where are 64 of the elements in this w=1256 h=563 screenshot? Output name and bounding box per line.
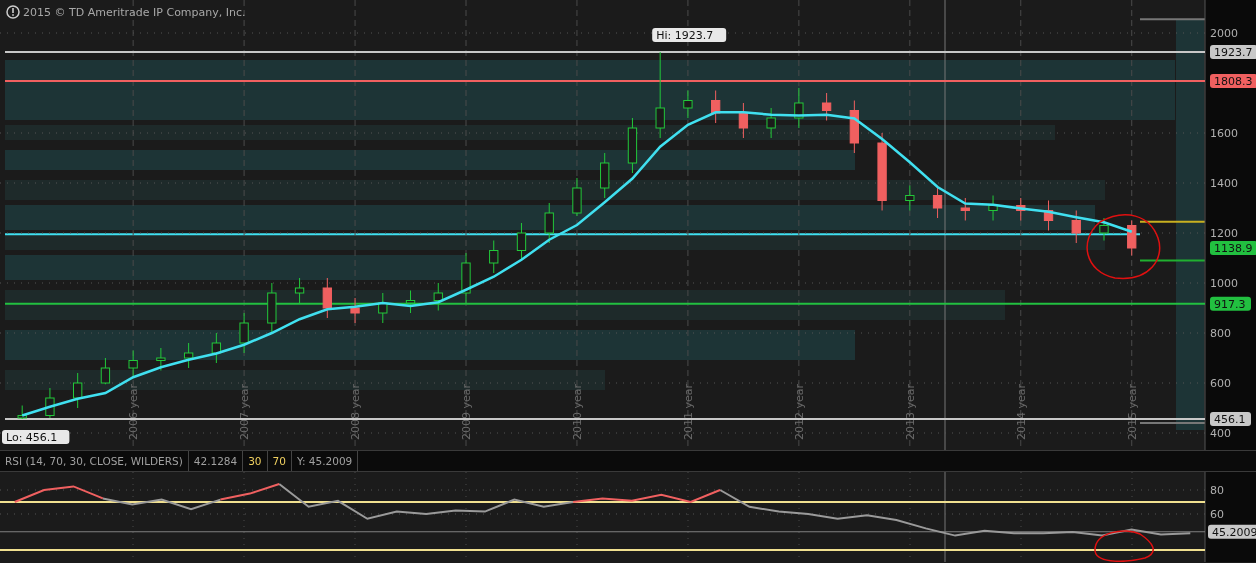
ref-line-label: 917.3 bbox=[1214, 297, 1246, 311]
candlestick bbox=[322, 277, 332, 319]
price-callout: Hi: 1923.7 bbox=[652, 28, 727, 43]
candlestick bbox=[489, 240, 499, 274]
year-label: 2009 year bbox=[460, 383, 473, 440]
annotation: Hi: 1923.7 bbox=[656, 29, 714, 43]
candlestick bbox=[433, 282, 443, 311]
candlestick bbox=[128, 350, 138, 379]
candlestick bbox=[405, 290, 416, 314]
axis-label: 1200 bbox=[1210, 227, 1238, 240]
axis-label: 1000 bbox=[1210, 277, 1238, 290]
candlestick bbox=[73, 372, 83, 409]
candlestick bbox=[350, 297, 360, 324]
study-header-text: RSI (14, 70, 30, CLOSE, WILDERS) bbox=[0, 451, 189, 471]
candlestick bbox=[766, 107, 776, 139]
study-header-text: 70 bbox=[267, 451, 292, 471]
axis-label: 600 bbox=[1210, 377, 1231, 390]
candlestick bbox=[960, 197, 970, 221]
candlestick bbox=[905, 185, 915, 211]
axis-label: 400 bbox=[1210, 427, 1231, 440]
year-label: 2012 year bbox=[792, 383, 806, 440]
candlestick bbox=[100, 357, 111, 385]
candlestick bbox=[294, 277, 305, 304]
candlestick bbox=[738, 102, 749, 139]
candlestick bbox=[1127, 220, 1137, 256]
candlestick bbox=[239, 312, 249, 354]
axis-label: 2000 bbox=[1210, 27, 1238, 40]
study-header-text: 30 bbox=[243, 451, 268, 471]
price-tag: 1138.9 bbox=[1210, 241, 1256, 255]
annotation: Lo: 456.1 bbox=[6, 430, 58, 444]
year-label: 2014 year bbox=[1014, 383, 1028, 440]
year-label: 2008 year bbox=[349, 383, 363, 440]
axis-label: 1400 bbox=[1210, 177, 1238, 190]
axis-label: 60 bbox=[1210, 508, 1224, 521]
candlestick bbox=[516, 222, 527, 261]
price-tag: 1923.7 bbox=[1210, 45, 1256, 60]
candlestick bbox=[655, 51, 665, 139]
year-label: 2015 year bbox=[1125, 383, 1139, 440]
year-label: 2011 year bbox=[681, 383, 695, 440]
study-header-text: Y: 45.2009 bbox=[291, 451, 359, 471]
ref-line-label: 456.1 bbox=[1214, 412, 1246, 426]
year-label: 2006 year bbox=[127, 383, 141, 440]
annotation: 1138.9 bbox=[1214, 242, 1253, 255]
candlestick bbox=[1099, 217, 1109, 241]
axis-label: 1600 bbox=[1210, 127, 1238, 140]
copyright-text: 2015 © TD Ameritrade IP Company, Inc. bbox=[23, 5, 246, 19]
ref-line-label: 1923.7 bbox=[1214, 46, 1253, 60]
price-callout: Lo: 456.1 bbox=[2, 430, 70, 444]
info-icon bbox=[6, 5, 20, 19]
year-label: 2007 year bbox=[238, 383, 252, 440]
candlestick bbox=[183, 342, 194, 369]
candlestick bbox=[821, 92, 832, 121]
candlestick bbox=[156, 347, 166, 371]
candlestick bbox=[211, 332, 222, 364]
axis-label: 800 bbox=[1210, 327, 1231, 340]
candlestick bbox=[1071, 210, 1081, 244]
study-header-text: 42.1284 bbox=[188, 451, 244, 471]
year-label: 2010 year bbox=[570, 383, 584, 440]
axis-label: 80 bbox=[1210, 484, 1224, 497]
ref-line-label: 1808.3 bbox=[1214, 74, 1253, 88]
candlestick bbox=[544, 202, 554, 244]
candlestick bbox=[683, 90, 693, 119]
year-label: 2013 year bbox=[903, 383, 917, 440]
candlestick bbox=[932, 187, 943, 219]
